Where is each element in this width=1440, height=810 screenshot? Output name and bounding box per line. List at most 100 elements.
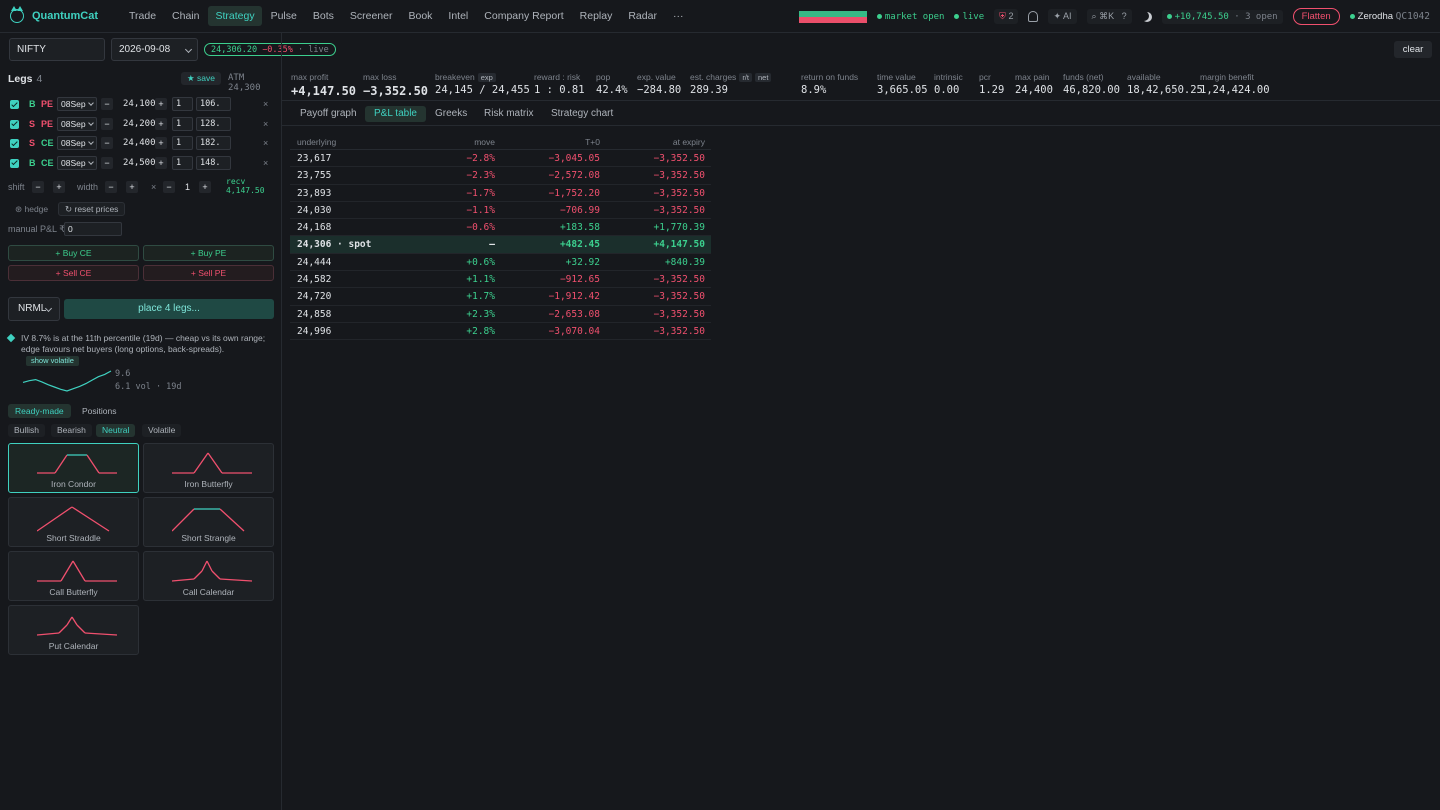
strategy-card-iron-butterfly[interactable]: Iron Butterfly bbox=[143, 443, 274, 493]
leg-expiry-select[interactable]: 08Sep bbox=[57, 136, 97, 150]
broker-account[interactable]: Zerodha QC1042 bbox=[1349, 11, 1430, 22]
width-up-button[interactable]: + bbox=[126, 181, 138, 193]
leg-qty-input[interactable]: 1 bbox=[172, 97, 193, 111]
filter-neutral[interactable]: Neutral bbox=[96, 424, 136, 437]
nav-bots[interactable]: Bots bbox=[306, 6, 341, 26]
theme-toggle-icon[interactable] bbox=[1142, 12, 1152, 22]
pl-underlying: 24,996 bbox=[297, 325, 332, 337]
leg-checkbox[interactable] bbox=[10, 119, 19, 129]
bell-icon[interactable] bbox=[1028, 11, 1039, 22]
buy-pe-button[interactable]: + Buy PE bbox=[143, 245, 274, 261]
strike-up-button[interactable]: + bbox=[155, 137, 167, 149]
strategy-card-put-calendar[interactable]: Put Calendar bbox=[8, 605, 139, 655]
leg-price-input[interactable]: 182. bbox=[196, 136, 231, 150]
remove-leg-icon[interactable]: × bbox=[263, 138, 268, 148]
remove-leg-icon[interactable]: × bbox=[263, 158, 268, 168]
strategy-card-short-strangle[interactable]: Short Strangle bbox=[143, 497, 274, 547]
strike-up-button[interactable]: + bbox=[155, 117, 167, 130]
leg-side[interactable]: B bbox=[29, 158, 36, 168]
strategy-card-call-butterfly[interactable]: Call Butterfly bbox=[8, 551, 139, 601]
nav-pulse[interactable]: Pulse bbox=[264, 6, 304, 26]
hedge-toggle[interactable]: ⊛ hedge bbox=[8, 202, 55, 216]
tab-strategy-chart[interactable]: Strategy chart bbox=[542, 106, 622, 122]
tab-payoff-graph[interactable]: Payoff graph bbox=[291, 106, 366, 122]
help-button[interactable]: ? bbox=[1122, 11, 1127, 21]
leg-price-input[interactable]: 106. bbox=[196, 97, 231, 111]
nav-radar[interactable]: Radar bbox=[621, 6, 664, 26]
nav-chain[interactable]: Chain bbox=[165, 6, 206, 26]
filter-volatile[interactable]: Volatile bbox=[142, 424, 182, 437]
cat-logo-icon bbox=[10, 6, 24, 23]
tab-positions[interactable]: Positions bbox=[75, 404, 124, 418]
shift-down-button[interactable]: − bbox=[32, 181, 44, 193]
show-volatile-button[interactable]: show volatile bbox=[26, 356, 79, 366]
buy-ce-button[interactable]: + Buy CE bbox=[8, 245, 139, 261]
pl-move: +0.6% bbox=[466, 256, 495, 268]
leg-price-input[interactable]: 128. bbox=[196, 116, 231, 131]
nav-intel[interactable]: Intel bbox=[441, 6, 475, 26]
leg-checkbox[interactable] bbox=[10, 158, 19, 168]
leg-option-type[interactable]: CE bbox=[41, 158, 54, 168]
leg-option-type[interactable]: PE bbox=[41, 99, 53, 109]
sell-pe-button[interactable]: + Sell PE bbox=[143, 265, 274, 281]
strategy-card-call-calendar[interactable]: Call Calendar bbox=[143, 551, 274, 601]
command-palette-button[interactable]: ⌕ ⌘K ? bbox=[1086, 9, 1132, 24]
metric-tag: net bbox=[754, 73, 772, 82]
tab-greeks[interactable]: Greeks bbox=[426, 106, 476, 122]
leg-qty-input[interactable]: 1 bbox=[172, 136, 193, 150]
nav-replay[interactable]: Replay bbox=[573, 6, 620, 26]
pnl-summary[interactable]: +10,745.50 · 3 open bbox=[1161, 9, 1283, 24]
nav-strategy[interactable]: Strategy bbox=[208, 6, 262, 26]
sell-ce-button[interactable]: + Sell CE bbox=[8, 265, 139, 281]
nav-trade[interactable]: Trade bbox=[122, 6, 163, 26]
leg-side[interactable]: S bbox=[29, 138, 35, 148]
strike-down-button[interactable]: − bbox=[101, 137, 113, 149]
filter-bullish[interactable]: Bullish bbox=[8, 424, 46, 437]
product-select[interactable]: NRML bbox=[8, 297, 60, 321]
strategy-card-iron-condor[interactable]: Iron Condor bbox=[8, 443, 139, 493]
width-down-button[interactable]: − bbox=[105, 181, 117, 193]
nav-company-report[interactable]: Company Report bbox=[477, 6, 570, 26]
ai-button[interactable]: ✦ AI bbox=[1048, 9, 1077, 24]
chevron-down-icon bbox=[88, 158, 94, 165]
leg-checkbox[interactable] bbox=[10, 139, 19, 148]
tab-p-l-table[interactable]: P&L table bbox=[365, 106, 426, 122]
nav-book[interactable]: Book bbox=[401, 6, 439, 26]
leg-checkbox[interactable] bbox=[10, 100, 19, 109]
nav-screener[interactable]: Screener bbox=[343, 6, 400, 26]
filter-bearish[interactable]: Bearish bbox=[51, 424, 92, 437]
manual-pnl-input[interactable]: 0 bbox=[64, 222, 122, 236]
leg-side[interactable]: S bbox=[29, 119, 35, 129]
strike-down-button[interactable]: − bbox=[101, 117, 113, 130]
tab-ready-made[interactable]: Ready-made bbox=[8, 404, 71, 418]
leg-expiry-select[interactable]: 08Sep bbox=[57, 97, 97, 111]
leg-qty-input[interactable]: 1 bbox=[172, 116, 193, 131]
clear-button[interactable]: clear bbox=[1394, 41, 1432, 58]
leg-expiry-select[interactable]: 08Sep bbox=[57, 155, 97, 170]
leg-expiry-select[interactable]: 08Sep bbox=[57, 116, 97, 131]
flatten-button[interactable]: Flatten bbox=[1292, 8, 1340, 25]
strike-down-button[interactable]: − bbox=[101, 98, 113, 110]
save-button[interactable]: ★ save bbox=[181, 72, 221, 85]
brand-logo[interactable]: QuantumCat bbox=[10, 6, 122, 23]
nav--[interactable]: ··· bbox=[666, 6, 691, 26]
remove-leg-icon[interactable]: × bbox=[263, 99, 268, 109]
remove-leg-icon[interactable]: × bbox=[263, 119, 268, 129]
pl-move: +2.8% bbox=[466, 325, 495, 337]
reset-prices-button[interactable]: ↻ reset prices bbox=[58, 202, 126, 216]
strategy-card-short-straddle[interactable]: Short Straddle bbox=[8, 497, 139, 547]
leg-side[interactable]: B bbox=[29, 99, 36, 109]
place-order-button[interactable]: place 4 legs... bbox=[64, 299, 274, 319]
leg-option-type[interactable]: PE bbox=[41, 119, 53, 129]
leg-option-type[interactable]: CE bbox=[41, 138, 54, 148]
multiplier-up-button[interactable]: + bbox=[199, 181, 211, 193]
leg-price-input[interactable]: 148. bbox=[196, 155, 231, 170]
strike-down-button[interactable]: − bbox=[101, 156, 113, 169]
alerts-badge[interactable]: ⛨ 2 bbox=[994, 9, 1019, 24]
strike-up-button[interactable]: + bbox=[155, 98, 167, 110]
tab-risk-matrix[interactable]: Risk matrix bbox=[475, 106, 542, 122]
leg-qty-input[interactable]: 1 bbox=[172, 155, 193, 170]
multiplier-down-button[interactable]: − bbox=[163, 181, 175, 193]
shift-up-button[interactable]: + bbox=[53, 181, 65, 193]
strike-up-button[interactable]: + bbox=[155, 156, 167, 169]
